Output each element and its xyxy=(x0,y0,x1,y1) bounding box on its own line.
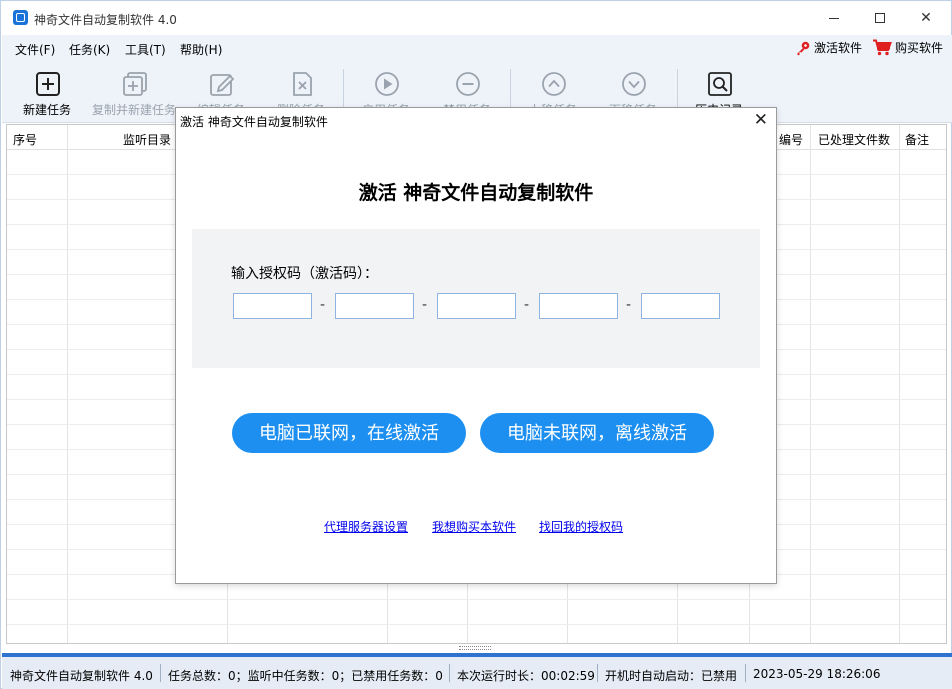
menu-task[interactable]: 任务(K) xyxy=(69,41,110,58)
column-header-index[interactable]: 序号 xyxy=(13,131,37,148)
disable-icon xyxy=(456,72,480,96)
code-dash: - xyxy=(320,297,326,313)
code-dash: - xyxy=(422,297,428,313)
activation-code-field-5[interactable] xyxy=(641,293,720,319)
maximize-icon xyxy=(875,13,885,23)
status-separator xyxy=(160,664,161,682)
activation-code-panel: 输入授权码（激活码）： - - - - xyxy=(192,229,760,368)
key-icon xyxy=(797,41,810,55)
cart-icon xyxy=(873,39,892,56)
grid-column-line xyxy=(810,125,811,643)
grid-column-line xyxy=(67,125,68,643)
status-separator xyxy=(449,664,450,682)
grid-row-line xyxy=(7,599,946,600)
dialog-heading: 激活 神奇文件自动复制软件 xyxy=(358,182,594,204)
window-title: 神奇文件自动复制软件 4.0 xyxy=(34,13,177,27)
minimize-button[interactable] xyxy=(811,1,857,35)
copy-new-task-label: 复制并新建任务 xyxy=(91,103,176,117)
close-button[interactable]: ✕ xyxy=(903,1,949,35)
new-task-button[interactable]: 新建任务 xyxy=(2,61,92,123)
splitter-handle[interactable] xyxy=(459,646,491,650)
buy-software-link[interactable]: 购买软件 xyxy=(872,39,943,56)
new-task-label: 新建任务 xyxy=(22,103,71,117)
menu-bar: 文件(F) 任务(K) 工具(T) 帮助(H) 激活软件 购买软件 xyxy=(2,35,952,61)
activation-code-field-4[interactable] xyxy=(539,293,618,319)
activation-code-field-1[interactable] xyxy=(233,293,312,319)
retrieve-code-link[interactable]: 找回我的授权码 xyxy=(539,518,623,535)
status-separator xyxy=(597,664,598,682)
buy-software-label: 购买软件 xyxy=(895,41,944,55)
buy-software-link[interactable]: 我想购买本软件 xyxy=(432,518,516,535)
delete-icon xyxy=(293,72,312,96)
activate-software-label: 激活软件 xyxy=(814,41,863,55)
copy-new-icon xyxy=(123,72,147,96)
down-icon xyxy=(622,72,646,96)
online-activate-button[interactable]: 电脑已联网，在线激活 xyxy=(232,413,466,453)
grid-row-line xyxy=(7,624,946,625)
maximize-button[interactable] xyxy=(857,1,903,35)
grid-column-line xyxy=(899,125,900,643)
code-dash: - xyxy=(524,297,530,313)
status-separator xyxy=(745,664,746,682)
activate-software-link[interactable]: 激活软件 xyxy=(795,39,862,56)
column-header-processed[interactable]: 已处理文件数 xyxy=(818,131,890,148)
title-bar: 神奇文件自动复制软件 4.0 ✕ xyxy=(1,1,951,35)
activation-dialog: 激活 神奇文件自动复制软件 ✕ 激活 神奇文件自动复制软件 输入授权码（激活码）… xyxy=(175,107,777,584)
status-runtime: 本次运行时长：00:02:59 xyxy=(457,669,595,683)
dialog-title: 激活 神奇文件自动复制软件 xyxy=(180,115,328,129)
menu-tools[interactable]: 工具(T) xyxy=(125,41,166,58)
menu-file[interactable]: 文件(F) xyxy=(15,41,55,58)
copy-new-task-button[interactable]: 复制并新建任务 xyxy=(89,61,179,123)
status-app-name: 神奇文件自动复制软件 4.0 xyxy=(10,669,153,683)
column-header-watch-dir[interactable]: 监听目录 xyxy=(123,131,171,148)
dialog-close-button[interactable]: ✕ xyxy=(754,110,768,130)
status-bar: 神奇文件自动复制软件 4.0 任务总数：0；监听中任务数：0；已禁用任务数：0 … xyxy=(2,653,952,689)
up-icon xyxy=(542,72,566,96)
history-icon xyxy=(708,72,732,96)
activation-code-label: 输入授权码（激活码）： xyxy=(231,266,378,282)
new-task-icon xyxy=(36,72,60,96)
status-datetime: 2023-05-29 18:26:06 xyxy=(753,667,881,681)
proxy-settings-link[interactable]: 代理服务器设置 xyxy=(324,518,408,535)
activation-code-field-2[interactable] xyxy=(335,293,414,319)
activation-code-field-3[interactable] xyxy=(437,293,516,319)
play-icon xyxy=(375,72,399,96)
app-logo-icon xyxy=(13,10,28,25)
column-header-notes[interactable]: 备注 xyxy=(905,131,929,148)
offline-activate-button[interactable]: 电脑未联网，离线激活 xyxy=(480,413,714,453)
close-icon: ✕ xyxy=(920,10,932,26)
minimize-icon xyxy=(829,17,839,19)
menu-help[interactable]: 帮助(H) xyxy=(180,41,222,58)
column-header-number[interactable]: 编号 xyxy=(779,131,803,148)
status-autostart: 开机时自动启动：已禁用 xyxy=(605,669,738,683)
close-icon: ✕ xyxy=(753,110,768,130)
status-task-counts: 任务总数：0；监听中任务数：0；已禁用任务数：0 xyxy=(168,669,443,683)
code-dash: - xyxy=(626,297,632,313)
edit-icon xyxy=(210,74,235,96)
